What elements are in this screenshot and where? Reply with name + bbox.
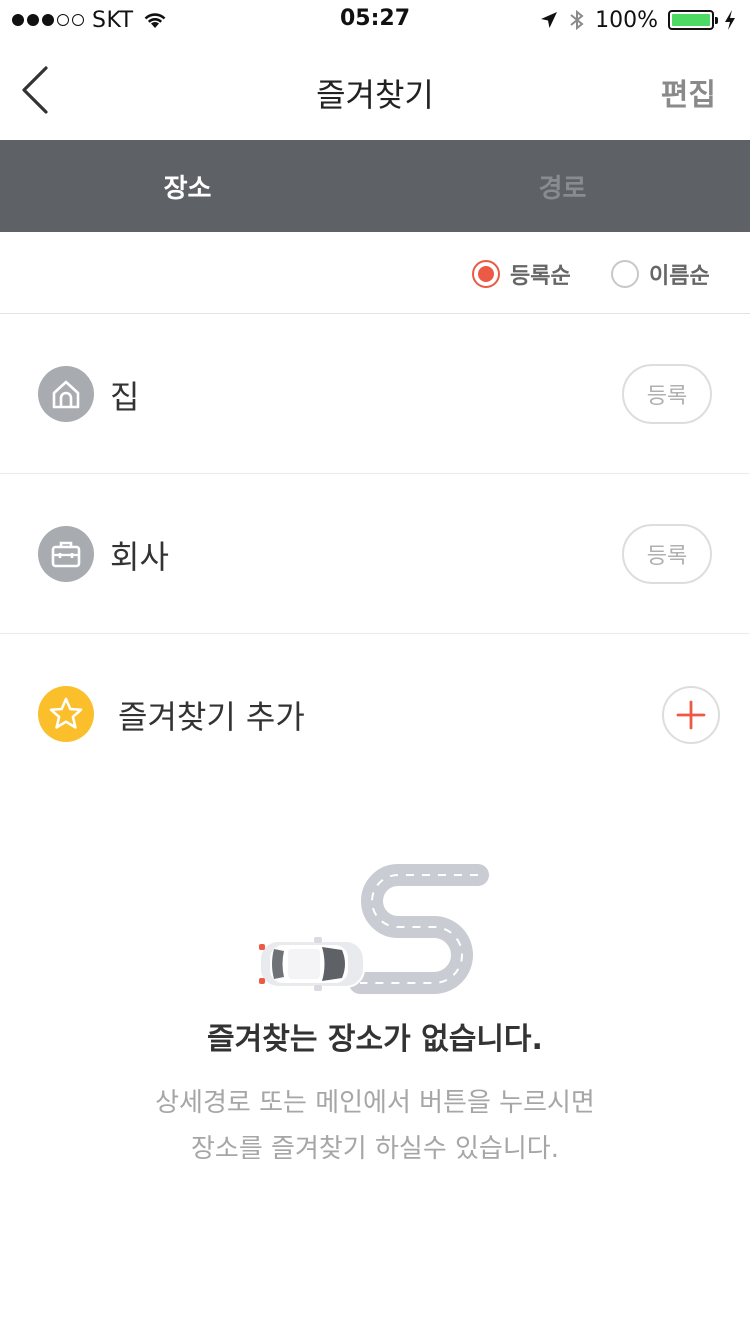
sort-by-name[interactable]: 이름순 bbox=[611, 258, 710, 290]
location-arrow-icon bbox=[541, 12, 558, 28]
briefcase-icon bbox=[38, 526, 94, 582]
tab-bar: 장소 경로 bbox=[0, 140, 750, 232]
favorite-label-office: 회사 bbox=[110, 538, 169, 576]
sort-by-registration[interactable]: 등록순 bbox=[472, 258, 571, 290]
car-road-illustration bbox=[259, 864, 489, 994]
edit-button[interactable]: 편집 bbox=[661, 70, 716, 114]
sort-option-label: 이름순 bbox=[649, 264, 710, 289]
sort-option-label: 등록순 bbox=[510, 264, 571, 289]
add-favorite-label: 즐겨찾기 추가 bbox=[118, 698, 305, 736]
radio-checked-icon bbox=[472, 260, 500, 288]
radio-unchecked-icon bbox=[611, 260, 639, 288]
bluetooth-icon bbox=[570, 9, 584, 31]
tab-places[interactable]: 장소 bbox=[0, 140, 375, 232]
navigation-bar: 즐겨찾기 편집 bbox=[0, 40, 750, 140]
add-favorite-button[interactable] bbox=[662, 686, 720, 744]
home-icon bbox=[38, 366, 94, 422]
empty-state-title: 즐겨찾는 장소가 없습니다. bbox=[207, 1022, 543, 1057]
battery-icon bbox=[668, 10, 718, 30]
register-office-button[interactable]: 등록 bbox=[622, 524, 712, 584]
battery-percentage: 100% bbox=[595, 7, 658, 33]
register-home-button[interactable]: 등록 bbox=[622, 364, 712, 424]
favorite-row-office[interactable]: 회사 등록 bbox=[0, 474, 750, 634]
status-right: 100% bbox=[539, 6, 736, 34]
status-bar: SKT 05:27 100% bbox=[0, 0, 750, 40]
page-title: 즐겨찾기 bbox=[316, 76, 434, 114]
tab-routes[interactable]: 경로 bbox=[375, 140, 750, 232]
favorite-label-home: 집 bbox=[110, 378, 140, 416]
plus-icon bbox=[676, 700, 706, 730]
favorite-row-home[interactable]: 집 등록 bbox=[0, 314, 750, 474]
empty-state-description-line1: 상세경로 또는 메인에서 버튼을 누르시면 bbox=[155, 1088, 595, 1118]
star-icon bbox=[38, 686, 94, 742]
sort-options: 등록순 이름순 bbox=[0, 232, 750, 314]
empty-state-description-line2: 장소를 즐겨찾기 하실수 있습니다. bbox=[191, 1134, 559, 1164]
add-favorite-row[interactable]: 즐겨찾기 추가 bbox=[0, 634, 750, 794]
charging-bolt-icon bbox=[725, 10, 735, 30]
